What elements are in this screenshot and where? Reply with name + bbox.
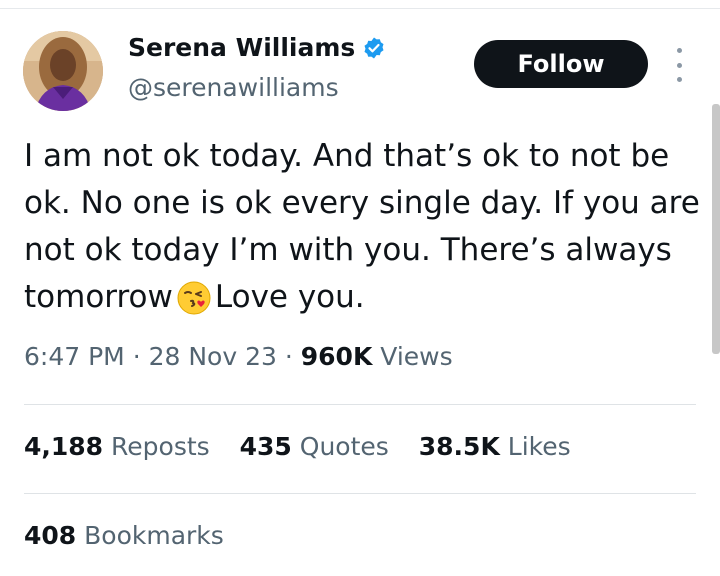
dot [676,62,682,68]
author-name-row: Serena Williams [128,33,386,62]
reposts-link[interactable]: 4,188 Reposts [24,432,210,461]
engagement-stats: 4,188 Reposts 435 Quotes 38.5K Likes [24,432,593,461]
tweet-time[interactable]: 6:47 PM [24,342,125,371]
dot [676,48,682,53]
avatar-image [23,31,103,111]
bookmarks-link[interactable]: 408 Bookmarks [24,521,224,550]
more-options-icon[interactable] [669,48,689,82]
avatar[interactable] [23,31,103,111]
quotes-link[interactable]: 435 Quotes [240,432,389,461]
tweet-date[interactable]: 28 Nov 23 [149,342,277,371]
tweet-text: I am not ok today. And that’s ok to not … [24,133,704,329]
likes-link[interactable]: 38.5K Likes [419,432,571,461]
reposts-count: 4,188 [24,432,104,461]
views-count: 960K [300,342,373,371]
bookmarks-label: Bookmarks [84,521,224,550]
divider [24,404,696,405]
tweet-text-end: Love you. [214,279,365,315]
verified-badge-icon [362,36,386,60]
author-handle[interactable]: @serenawilliams [128,73,339,102]
dot [676,77,682,82]
likes-count: 38.5K [418,432,500,461]
face-blowing-kiss-icon [177,281,211,329]
separator: · [132,342,141,371]
follow-button[interactable]: Follow [474,40,648,88]
divider [24,493,696,494]
reposts-label: Reposts [111,432,210,461]
quotes-count: 435 [239,432,292,461]
views-label: Views [380,342,453,371]
likes-label: Likes [507,432,571,461]
separator: · [284,342,293,371]
bookmarks-count: 408 [24,521,77,550]
top-divider [0,8,720,9]
quotes-label: Quotes [299,432,389,461]
author-name[interactable]: Serena Williams [128,33,355,62]
tweet-meta: 6:47 PM · 28 Nov 23 · 960K Views [24,342,453,371]
scrollbar[interactable] [712,104,720,354]
